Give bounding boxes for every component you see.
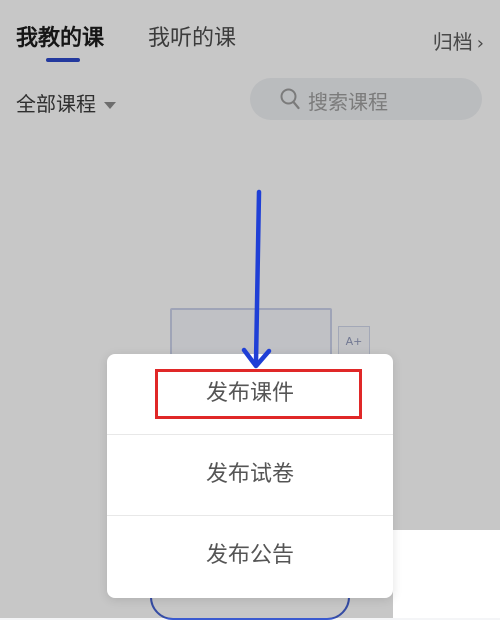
publish-notice-item[interactable]: 发布公告 [107,516,393,596]
publish-exam-item[interactable]: 发布试卷 [107,435,393,515]
highlight-box [155,369,362,419]
blank-region [393,530,500,618]
